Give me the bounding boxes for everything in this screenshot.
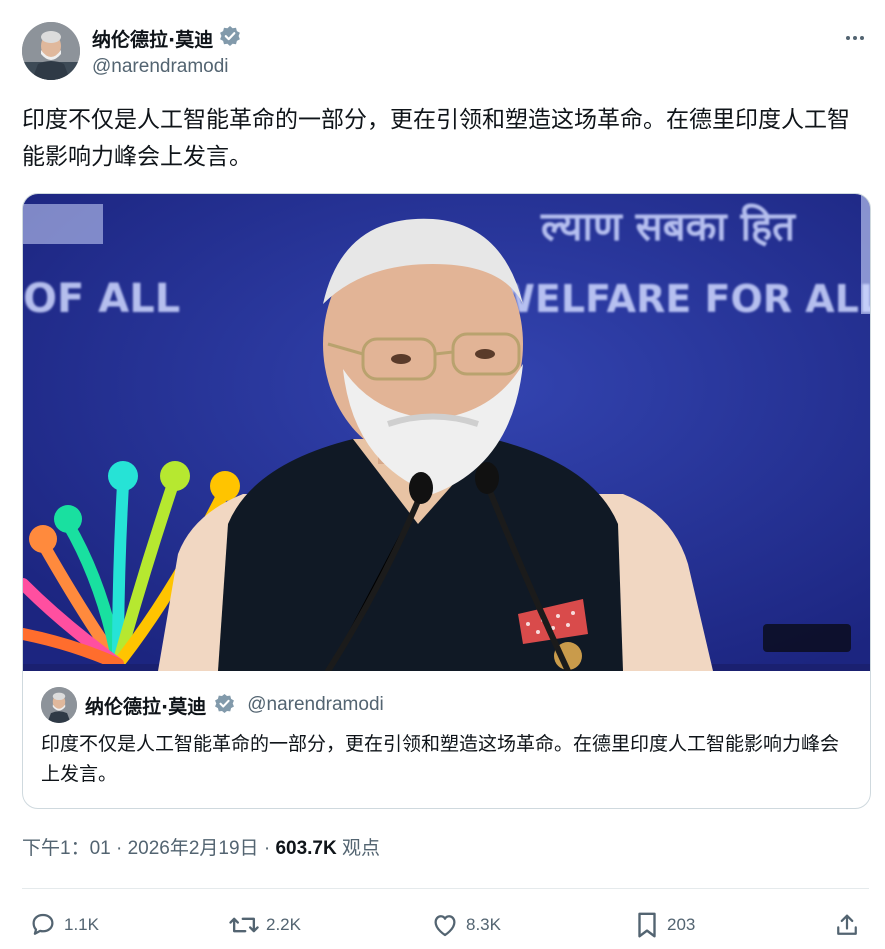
like-count: 8.3K (466, 915, 501, 934)
backdrop-text-left: OF ALL (23, 276, 180, 322)
meta-separator: · (110, 838, 128, 859)
repost-count: 2.2K (266, 915, 301, 934)
tweet-time[interactable]: 下午1：01 (22, 838, 111, 859)
divider (22, 888, 869, 889)
quote-verified-icon (214, 693, 235, 718)
quote-author-handle[interactable]: @narendramodi (247, 694, 384, 716)
author-handle[interactable]: @narendramodi (92, 56, 229, 78)
more-icon[interactable] (843, 26, 867, 56)
avatar-image (22, 22, 80, 80)
reply-button[interactable]: 1.1K (28, 908, 99, 942)
backdrop-text-right: WELFARE FOR ALL (493, 277, 870, 321)
bookmark-count: 203 (667, 915, 696, 934)
tweet-date[interactable]: 2026年2月19日 (128, 838, 259, 859)
reply-icon (32, 913, 54, 935)
tweet-text: 印度不仅是人工智能革命的一部分，更在引领和塑造这场革命。在德里印度人工智能影响力… (22, 107, 850, 170)
share-button[interactable] (833, 908, 861, 942)
speech-photo[interactable]: ल्याण सबका हित OF ALL WELFARE FOR ALL (23, 194, 870, 671)
quote-avatar-image (41, 687, 77, 723)
like-button[interactable]: 8.3K (430, 908, 501, 942)
quote-author-name[interactable]: 纳伦德拉·莫迪 (85, 692, 206, 719)
media-card[interactable]: ल्याण सबका हित OF ALL WELFARE FOR ALL 纳伦… (22, 193, 871, 809)
quote-avatar[interactable] (41, 687, 77, 723)
author-name[interactable]: 纳伦德拉·莫迪 (92, 25, 213, 52)
views-count: 603.7K (275, 838, 337, 859)
repost-icon (229, 917, 259, 933)
quote-text: 印度不仅是人工智能革命的一部分，更在引领和塑造这场革命。在德里印度人工智能影响力… (41, 733, 840, 785)
author-avatar[interactable] (22, 22, 80, 80)
bookmark-icon (638, 912, 656, 938)
views-label: 观点 (342, 838, 381, 859)
reply-count: 1.1K (64, 915, 99, 934)
like-icon (434, 915, 456, 937)
share-icon (837, 914, 857, 935)
backdrop-text-top: ल्याण सबका हित (540, 203, 796, 250)
bookmark-button[interactable]: 203 (633, 908, 695, 942)
meta-separator-2: · (258, 838, 276, 859)
tweet-meta: 下午1：01 · 2026年2月19日 · 603.7K 观点 (22, 833, 380, 860)
repost-button[interactable]: 2.2K (228, 908, 301, 942)
verified-icon (219, 25, 241, 51)
